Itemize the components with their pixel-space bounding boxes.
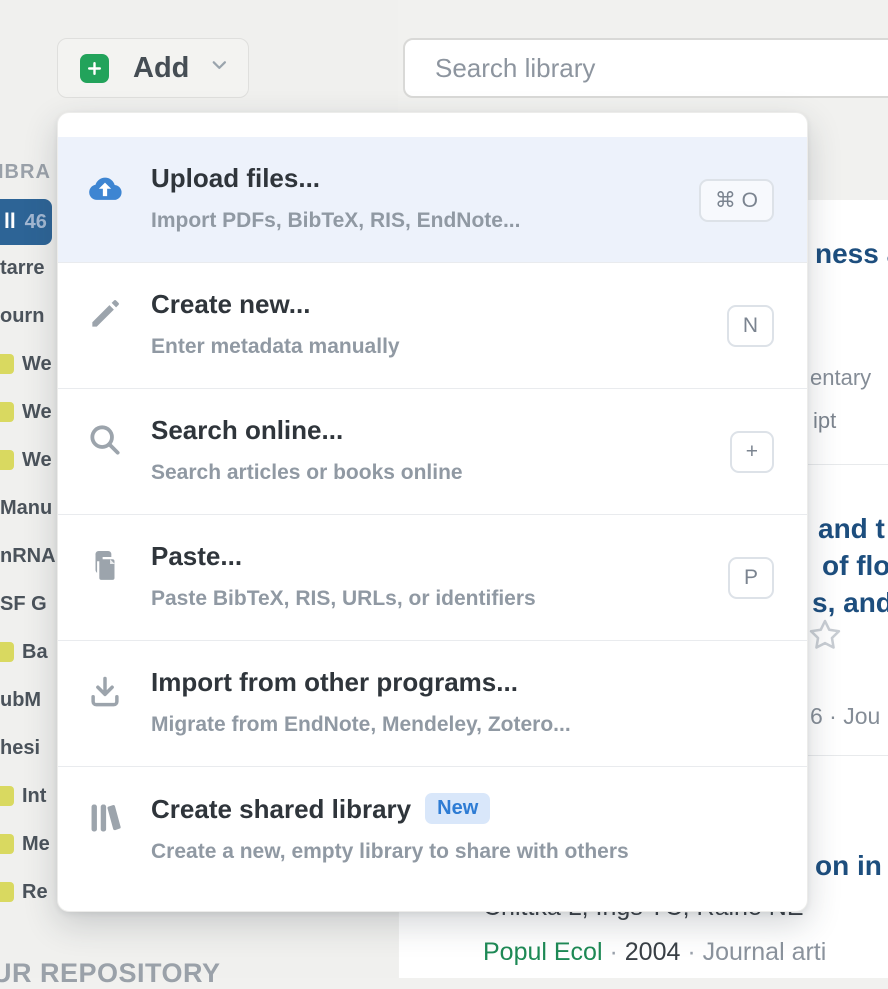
menu-item-create-new[interactable]: Create new... Enter metadata manually N: [58, 263, 807, 389]
add-button[interactable]: Add: [57, 38, 249, 98]
shortcut-badge: ⌘ O: [699, 179, 774, 222]
folder-icon: [0, 882, 14, 902]
sidebar-item-pubmed[interactable]: ubM: [0, 687, 41, 713]
sidebar-item-label: ubM: [0, 689, 41, 712]
sidebar-item-label: tarre: [0, 257, 44, 280]
paper-meta: entary: [810, 365, 871, 391]
sidebar-item-nsf-grant[interactable]: SF G: [0, 591, 47, 617]
menu-item-search-online[interactable]: Search online... Search articles or book…: [58, 389, 807, 515]
sidebar-item-manuscripts[interactable]: Manu: [0, 495, 52, 521]
folder-icon: [0, 354, 14, 374]
sidebar-item-thesis[interactable]: hesi: [0, 735, 40, 761]
paper-title[interactable]: of flo: [822, 550, 888, 582]
sidebar-item-journals[interactable]: ourn: [0, 303, 44, 329]
sidebar-item-folder[interactable]: Re: [0, 879, 48, 905]
sidebar-repository-header: UR REPOSITORY: [0, 958, 221, 989]
sidebar-item-folder[interactable]: We: [0, 447, 52, 473]
paper-title[interactable]: ness a: [815, 238, 888, 270]
sidebar-item-label: Ba: [22, 641, 48, 664]
menu-item-title: Paste...: [151, 541, 242, 571]
item-count-badge: 46: [25, 211, 47, 234]
folder-icon: [0, 402, 14, 422]
sidebar-item-all-selected[interactable]: ll 46: [0, 199, 52, 245]
library-icon: [86, 799, 124, 837]
folder-icon: [0, 450, 14, 470]
folder-icon: [0, 834, 14, 854]
star-icon[interactable]: [806, 616, 844, 654]
menu-item-title: Create new...: [151, 289, 310, 319]
journal-name[interactable]: Popul Ecol: [483, 938, 603, 966]
sidebar-section-header: IBRA: [0, 161, 51, 184]
search-input[interactable]: [403, 38, 888, 98]
paper-meta: 6 · Jou: [810, 703, 880, 730]
sidebar-item-folder[interactable]: We: [0, 351, 52, 377]
sidebar-item-label: Manu: [0, 497, 52, 520]
paper-meta: ipt: [813, 408, 836, 434]
add-button-label: Add: [133, 52, 189, 85]
shortcut-badge: P: [728, 557, 774, 599]
menu-item-title: Search online...: [151, 415, 343, 445]
paper-title[interactable]: on in: [815, 850, 882, 882]
sidebar-item-label: ourn: [0, 305, 44, 328]
separator-dot: ·: [687, 938, 695, 966]
add-dropdown-menu: Upload files... Import PDFs, BibTeX, RIS…: [57, 112, 808, 912]
menu-item-title: Upload files...: [151, 163, 320, 193]
sidebar-item-label: Me: [22, 833, 50, 856]
menu-item-subtitle: Search articles or books online: [151, 461, 463, 485]
sidebar-item-starred[interactable]: tarre: [0, 255, 44, 281]
menu-item-subtitle: Create a new, empty library to share wit…: [151, 840, 629, 864]
sidebar-item-label: Re: [22, 881, 48, 904]
sidebar-item-label: SF G: [0, 593, 47, 616]
sidebar-item-label: hesi: [0, 737, 40, 760]
download-icon: [86, 673, 124, 711]
sidebar-item-label: Int: [22, 785, 46, 808]
sidebar-item-mrna[interactable]: nRNA: [0, 543, 56, 569]
sidebar-item-folder[interactable]: Me: [0, 831, 50, 857]
menu-item-subtitle: Import PDFs, BibTeX, RIS, EndNote...: [151, 209, 520, 233]
sidebar-item-label: We: [22, 449, 52, 472]
new-badge: New: [425, 793, 490, 824]
menu-item-subtitle: Migrate from EndNote, Mendeley, Zotero..…: [151, 713, 571, 737]
plus-icon: [80, 54, 109, 83]
menu-item-upload-files[interactable]: Upload files... Import PDFs, BibTeX, RIS…: [58, 137, 807, 263]
paper-title[interactable]: and t: [818, 513, 885, 545]
paper-type: Journal arti: [703, 938, 827, 966]
sidebar-item-folder[interactable]: Ba: [0, 639, 48, 665]
menu-item-subtitle: Enter metadata manually: [151, 335, 400, 359]
chevron-down-icon: [209, 55, 230, 81]
sidebar-item-label: ll: [4, 210, 16, 234]
search-icon: [86, 421, 124, 459]
paper-venue-line: Popul Ecol · 2004 · Journal arti: [483, 938, 826, 967]
menu-item-title: Create shared library: [151, 794, 411, 824]
pencil-icon: [86, 295, 124, 333]
sidebar-item-folder[interactable]: Int: [0, 783, 46, 809]
clipboard-icon: [86, 547, 124, 585]
cloud-upload-icon: [86, 169, 124, 207]
folder-icon: [0, 642, 14, 662]
menu-item-create-shared-library[interactable]: Create shared library New Create a new, e…: [58, 767, 807, 912]
separator-dot: ·: [609, 938, 617, 966]
menu-item-title: Import from other programs...: [151, 667, 518, 697]
shortcut-badge: N: [727, 305, 774, 347]
shortcut-badge: +: [730, 431, 774, 473]
sidebar-item-folder[interactable]: We: [0, 399, 52, 425]
menu-item-subtitle: Paste BibTeX, RIS, URLs, or identifiers: [151, 587, 536, 611]
sidebar-item-label: We: [22, 353, 52, 376]
folder-icon: [0, 786, 14, 806]
sidebar-item-label: We: [22, 401, 52, 424]
menu-item-paste[interactable]: Paste... Paste BibTeX, RIS, URLs, or ide…: [58, 515, 807, 641]
sidebar-item-label: nRNA: [0, 545, 56, 568]
paper-year: 2004: [625, 938, 681, 966]
paper-title[interactable]: s, and: [812, 587, 888, 619]
menu-item-import-programs[interactable]: Import from other programs... Migrate fr…: [58, 641, 807, 767]
